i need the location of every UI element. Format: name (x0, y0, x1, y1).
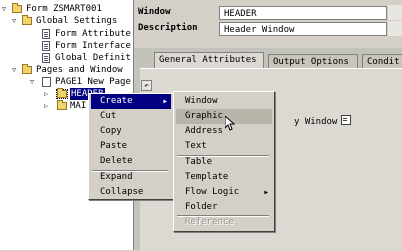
menu-item-create[interactable]: Create ▶ (91, 94, 171, 109)
tab-conditions[interactable]: Condit (362, 54, 402, 68)
expand-icon[interactable]: ▷ (44, 88, 48, 100)
expand-icon[interactable]: ▷ (44, 100, 48, 112)
menu-label: Text (185, 141, 207, 151)
menu-label: Expand (100, 172, 133, 182)
field-edge (388, 21, 402, 36)
menu-label: Template (185, 172, 229, 182)
tree-label-global-settings: Global Settings (36, 16, 118, 26)
collapse-icon[interactable]: ▽ (12, 15, 16, 27)
menu-label: Graphic (185, 111, 223, 121)
menu-label: Flow Logic (185, 187, 240, 197)
submenu-item-folder[interactable]: Folder (176, 200, 272, 215)
folder-icon (22, 64, 32, 74)
folder-icon (12, 3, 22, 13)
page-icon (42, 77, 51, 87)
tab-label: Output Options (273, 57, 349, 67)
menu-label: Address (185, 126, 223, 136)
mouse-pointer-icon (225, 116, 235, 131)
toolbar-icon[interactable]: ↶ (141, 80, 152, 91)
document-icon (42, 29, 50, 39)
menu-item-expand[interactable]: Expand (91, 170, 171, 185)
submenu-item-text[interactable]: Text (176, 139, 272, 154)
tree-label-global-definitions: Global Definit (55, 53, 131, 63)
tab-output-options[interactable]: Output Options (268, 54, 358, 68)
collapse-icon[interactable]: ▽ (12, 64, 16, 76)
menu-label: Window (185, 96, 218, 106)
menu-label: Copy (100, 126, 122, 136)
tree-label-main: MAI (70, 101, 87, 111)
submenu-item-table[interactable]: Table (176, 155, 272, 170)
menu-label: Reference (185, 217, 234, 227)
tab-general-attributes-active[interactable]: General Attributes (154, 52, 264, 69)
menu-label: Collapse (100, 187, 144, 197)
window-field-label: Window (136, 5, 218, 20)
menu-label: Folder (185, 202, 218, 212)
submenu-item-flow-logic[interactable]: Flow Logic ▶ (176, 185, 272, 200)
tree-label-form-attributes: Form Attribute (55, 29, 131, 39)
submenu-item-graphic[interactable]: Graphic (176, 109, 272, 124)
menu-label: Cut (100, 111, 117, 121)
submenu-item-address[interactable]: Address (176, 124, 272, 139)
tree-label-page1: PAGE1 New Page (55, 77, 131, 87)
submenu-item-reference[interactable]: Reference (176, 215, 272, 230)
tree-label-form: Form ZSMART001 (26, 4, 102, 14)
window-type-value: y Window (294, 115, 352, 127)
menu-label: Table (185, 157, 213, 167)
field-edge (388, 5, 402, 20)
menu-label: Delete (100, 156, 133, 166)
menu-label: Paste (100, 141, 128, 151)
submenu-item-window[interactable]: Window (176, 94, 272, 109)
tab-label: Condit (367, 57, 400, 67)
submenu-arrow-icon: ▶ (163, 98, 167, 105)
window-name-input[interactable]: HEADER (219, 6, 387, 20)
description-input[interactable]: Header Window (219, 22, 387, 36)
menu-item-paste[interactable]: Paste (91, 139, 171, 154)
folder-icon (22, 15, 32, 25)
list-icon[interactable] (341, 115, 352, 125)
menu-item-cut[interactable]: Cut (91, 109, 171, 124)
tree-label-form-interface: Form Interface (55, 41, 131, 51)
description-field-label: Description (136, 21, 218, 36)
document-icon (42, 53, 50, 63)
menu-item-copy[interactable]: Copy (91, 124, 171, 139)
document-icon (42, 41, 50, 51)
context-menu: Create ▶ Cut Copy Paste Delete Expand Co… (88, 93, 174, 200)
submenu-item-template[interactable]: Template (176, 170, 272, 185)
menu-item-delete[interactable]: Delete (91, 154, 171, 169)
menu-item-collapse[interactable]: Collapse (91, 185, 171, 200)
tree-label-pages-windows: Pages and Window (36, 65, 123, 75)
collapse-icon[interactable]: ▽ (30, 76, 34, 88)
window-icon (56, 88, 68, 99)
menu-label: Create (100, 96, 133, 106)
collapse-icon[interactable]: ▽ (2, 3, 6, 15)
submenu-arrow-icon: ▶ (264, 189, 268, 196)
tab-label: General Attributes (159, 55, 257, 65)
create-submenu: Window Graphic Address Text Table Templa… (173, 91, 275, 232)
window-icon (57, 100, 67, 110)
window-type-text: y Window (294, 117, 338, 127)
